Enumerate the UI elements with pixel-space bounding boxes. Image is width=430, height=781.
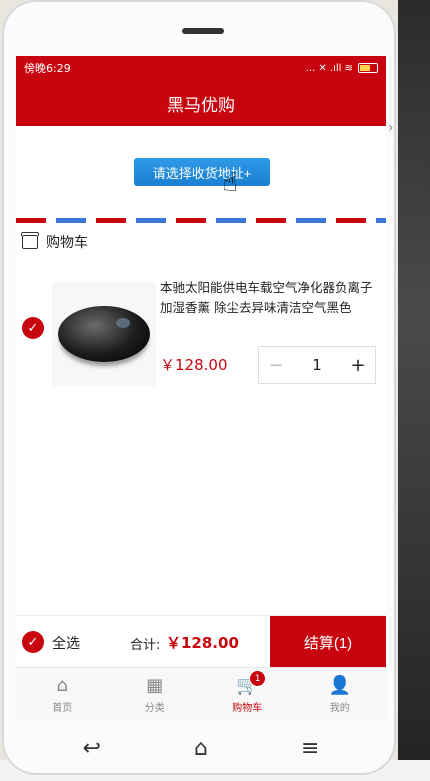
chevron-right-icon: › [388, 120, 394, 136]
tab-label: 我的 [329, 702, 350, 714]
tab-label: 分类 [144, 702, 165, 714]
home-nav-icon[interactable]: ⌂ [194, 736, 208, 761]
address-section: 请选择收货地址+ ☝ [16, 126, 386, 223]
app-screen: 傍晚6:29 ... ✕ .ıll ≋ 黑马优购 请选择收货地址+ ☝ 购物车 … [16, 56, 386, 720]
phone-speaker [182, 28, 224, 34]
home-icon: ⌂ [56, 674, 68, 696]
store-icon [21, 232, 39, 249]
choose-address-button[interactable]: 请选择收货地址+ [134, 158, 270, 186]
menu-icon[interactable]: ≡ [301, 736, 319, 761]
status-signal-icons: ... ✕ .ıll ≋ [305, 62, 353, 74]
app-header: 黑马优购 [16, 80, 386, 126]
select-all-checkbox[interactable]: ✓ [22, 631, 44, 653]
tab-home[interactable]: ⌂ 首页 [16, 668, 109, 720]
status-icons: ... ✕ .ıll ≋ [306, 63, 378, 74]
product-price: ￥128.00 [160, 356, 228, 374]
tab-profile[interactable]: 👤 我的 [294, 668, 387, 720]
total-value: ￥128.00 [166, 634, 239, 652]
user-icon: 👤 [328, 674, 351, 696]
quantity-plus-button[interactable]: + [341, 347, 375, 383]
air-purifier-picture [58, 306, 150, 362]
checkout-button[interactable]: 结算(1) [270, 616, 386, 668]
quantity-stepper: − 1 + [258, 346, 376, 384]
back-icon[interactable]: ↩ [83, 736, 101, 761]
system-nav-bar: ↩ ⌂ ≡ [36, 724, 366, 772]
select-all-label[interactable]: 全选 [52, 633, 80, 653]
product-name[interactable]: 本驰太阳能供电车载空气净化器负离子加湿香薰 除尘去异味清洁空气黑色 [160, 278, 382, 318]
checkout-bar: ✓ 全选 合计: ￥128.00 结算(1) [16, 615, 386, 668]
tab-bar: ⌂ 首页 ▦ 分类 🛒 1 购物车 👤 我的 [16, 667, 386, 720]
product-image[interactable] [52, 282, 156, 386]
tab-label: 首页 [52, 702, 73, 714]
cart-item: ✓ 本驰太阳能供电车载空气净化器负离子加湿香薰 除尘去异味清洁空气黑色 ￥128… [16, 270, 386, 390]
tab-cart[interactable]: 🛒 1 购物车 [201, 668, 294, 720]
page-title: 黑马优购 [167, 95, 235, 116]
status-bar: 傍晚6:29 ... ✕ .ıll ≋ [16, 56, 386, 80]
cart-section-header: 购物车 [21, 232, 88, 252]
quantity-value[interactable]: 1 [293, 347, 341, 383]
status-time: 傍晚6:29 [24, 62, 71, 75]
grid-icon: ▦ [146, 674, 164, 696]
battery-icon [358, 63, 378, 73]
background-right [398, 0, 430, 781]
pointer-hand-icon: ☝ [222, 168, 238, 198]
cart-section-title: 购物车 [46, 235, 88, 251]
tab-label: 购物车 [232, 702, 263, 714]
quantity-minus-button[interactable]: − [259, 347, 293, 383]
address-divider-stripe [16, 218, 386, 223]
total-label: 合计: [130, 638, 161, 653]
cart-badge: 1 [249, 670, 267, 687]
item-checkbox[interactable]: ✓ [22, 317, 44, 339]
tab-category[interactable]: ▦ 分类 [109, 668, 202, 720]
phone-frame: 傍晚6:29 ... ✕ .ıll ≋ 黑马优购 请选择收货地址+ ☝ 购物车 … [2, 0, 396, 775]
